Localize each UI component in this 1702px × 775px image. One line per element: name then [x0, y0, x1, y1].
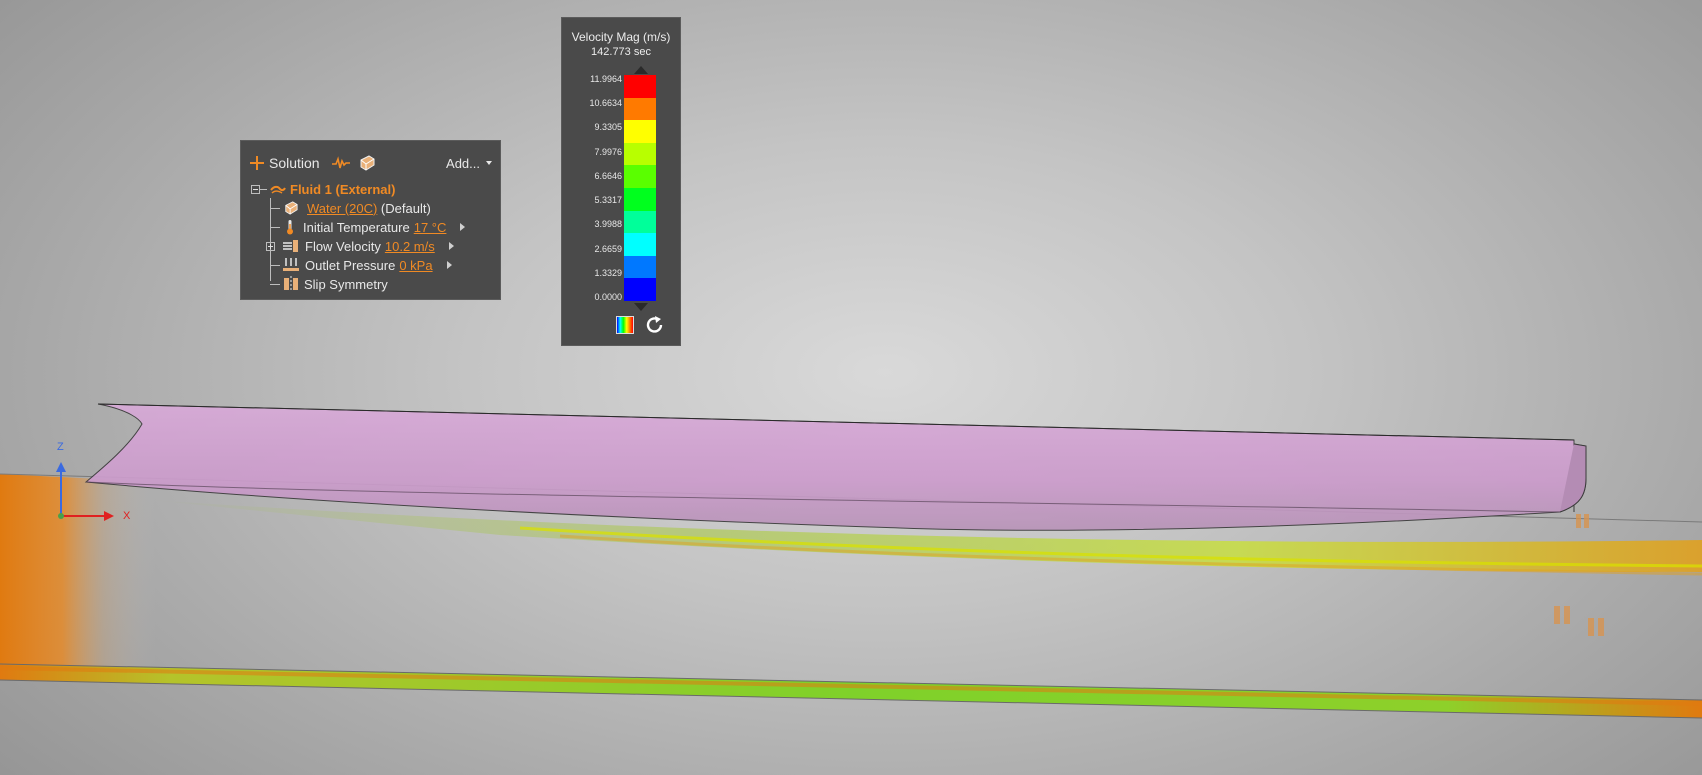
- slip-symmetry-icon: [283, 276, 299, 292]
- legend-title: Velocity Mag (m/s): [571, 30, 671, 44]
- legend-tick-label: 2.6659: [594, 243, 622, 254]
- outlet-pressure-label: Outlet Pressure: [305, 257, 396, 273]
- material-eraser-icon[interactable]: [358, 155, 376, 171]
- flow-scene: [0, 403, 1702, 719]
- legend-swatch: [624, 278, 656, 301]
- legend-swatch: [624, 165, 656, 188]
- legend-tick-label: 0.0000: [594, 292, 622, 302]
- 3d-viewport[interactable]: Z X Solution Add... Fluid 1 (External) W…: [0, 0, 1702, 775]
- flow-velocity-value[interactable]: 10.2 m/s: [385, 239, 435, 254]
- legend-tick-label: 6.6646: [594, 170, 622, 181]
- tree-item-flow-velocity[interactable]: Flow Velocity 10.2 m/s: [266, 237, 454, 255]
- legend-tick-label: 5.3317: [594, 195, 622, 206]
- slip-symmetry-label: Slip Symmetry: [304, 276, 388, 292]
- tree-header: Solution Add...: [249, 153, 492, 173]
- flow-velocity-label: Flow Velocity: [305, 238, 381, 254]
- legend-swatch: [624, 120, 656, 143]
- expand-arrow-icon[interactable]: [460, 223, 466, 231]
- expand-arrow-icon[interactable]: [448, 242, 454, 250]
- tree-item-fluid[interactable]: Fluid 1 (External): [249, 180, 395, 198]
- axis-z-label: Z: [57, 441, 64, 453]
- legend-tick-label: 1.3329: [594, 267, 622, 278]
- add-dropdown-label: Add...: [446, 155, 480, 171]
- add-dropdown-button[interactable]: Add...: [446, 156, 492, 171]
- legend-tick-label: 10.6634: [589, 98, 622, 109]
- tree-item-outlet-pressure[interactable]: Outlet Pressure 0 kPa: [270, 256, 452, 274]
- results-graph-icon[interactable]: [331, 156, 350, 170]
- legend-tick-label: 9.3305: [594, 122, 622, 133]
- expand-toggle-icon[interactable]: [266, 241, 275, 251]
- legend-swatch: [624, 97, 656, 121]
- legend-tick-label: 7.9976: [594, 146, 622, 157]
- fluid-icon: [270, 183, 286, 195]
- tree-item-material[interactable]: Water (20C) (Default): [270, 199, 431, 217]
- flow-velocity-icon: [283, 239, 299, 253]
- material-icon: [283, 201, 299, 215]
- material-default-label: (Default): [377, 200, 431, 216]
- legend-swatch: [624, 210, 656, 234]
- legend-swatch: [624, 142, 656, 166]
- legend-swatch: [624, 75, 656, 98]
- legend-swatch: [624, 255, 656, 279]
- range-min-arrow-icon[interactable]: [634, 303, 648, 311]
- reset-legend-button[interactable]: [644, 314, 666, 336]
- refresh-icon: [646, 316, 663, 333]
- material-link[interactable]: Water (20C): [307, 201, 377, 216]
- axis-x-label: X: [123, 510, 131, 522]
- thermometer-icon: [285, 219, 295, 235]
- collapse-toggle-icon[interactable]: [251, 184, 260, 194]
- chevron-down-icon: [486, 161, 492, 165]
- velocity-legend[interactable]: Velocity Mag (m/s) 142.773 sec 11.9964 10…: [561, 17, 681, 346]
- tree-item-slip-symmetry[interactable]: Slip Symmetry: [270, 275, 388, 293]
- tree-item-initial-temperature[interactable]: Initial Temperature 17 °C: [270, 218, 466, 236]
- legend-time: 142.773 sec: [591, 46, 651, 58]
- expand-arrow-icon[interactable]: [446, 261, 452, 269]
- legend-swatch: [624, 187, 656, 211]
- legend-tick-label: 11.9964: [590, 74, 622, 84]
- outlet-pressure-value[interactable]: 0 kPa: [399, 258, 432, 273]
- boundary-marker-icon: [1554, 514, 1604, 636]
- fluid-label: Fluid 1 (External): [290, 181, 396, 197]
- simulation-tree-panel: Solution Add... Fluid 1 (External) Water…: [240, 140, 501, 300]
- color-palette-button[interactable]: [616, 316, 634, 334]
- range-max-arrow-icon[interactable]: [634, 66, 648, 74]
- legend-swatch: [624, 233, 656, 256]
- outlet-pressure-icon: [283, 258, 299, 272]
- solution-button[interactable]: Solution: [269, 155, 320, 171]
- initial-temperature-label: Initial Temperature: [303, 219, 410, 235]
- legend-color-bar: [624, 75, 656, 301]
- legend-tick-label: 3.9988: [594, 219, 622, 230]
- add-icon[interactable]: [249, 155, 265, 171]
- initial-temperature-value[interactable]: 17 °C: [414, 220, 447, 235]
